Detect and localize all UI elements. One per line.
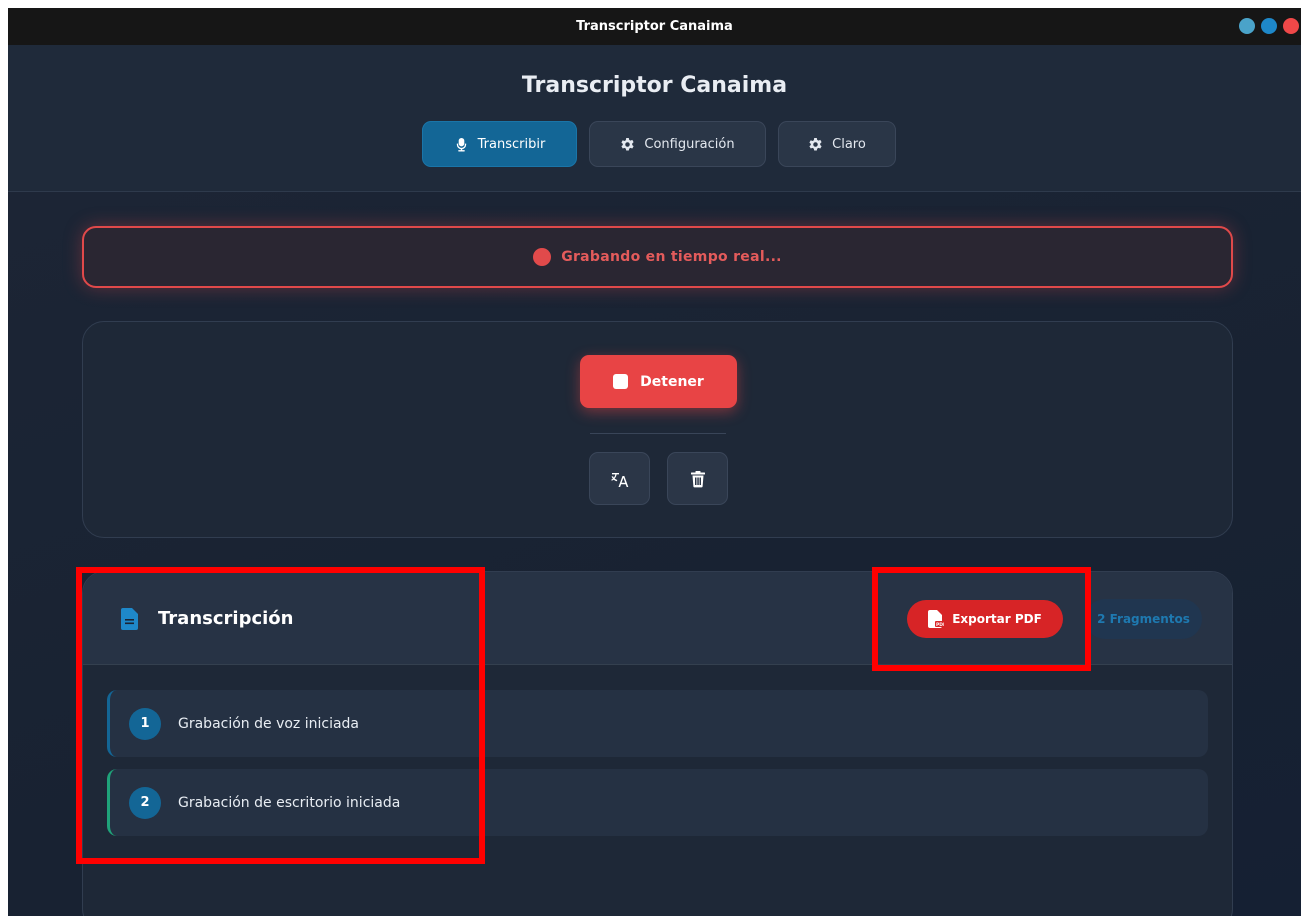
main-content: Grabando en tiempo real... Detener Trans… [8, 192, 1301, 916]
tab-transcribir[interactable]: Transcribir [422, 121, 577, 167]
transcript-entry: 1 Grabación de voz iniciada [107, 690, 1208, 757]
entry-number: 2 [129, 786, 161, 819]
translate-button[interactable] [589, 452, 650, 505]
divider [590, 433, 726, 434]
stop-icon [613, 374, 629, 389]
app-title: Transcriptor Canaima [521, 73, 788, 98]
svg-text:PDF: PDF [936, 622, 944, 628]
recording-controls-card: Detener [82, 321, 1233, 538]
entry-text: Grabación de escritorio iniciada [178, 794, 401, 811]
stop-button-label: Detener [640, 373, 704, 390]
export-pdf-button[interactable]: PDF Exportar PDF [907, 600, 1063, 638]
tab-label: Claro [832, 136, 866, 152]
gear-icon [621, 137, 634, 150]
transcript-title: Transcripción [158, 608, 294, 629]
recording-status-banner: Grabando en tiempo real... [82, 226, 1233, 288]
translate-icon [610, 472, 628, 487]
trash-icon [690, 470, 705, 487]
close-button[interactable] [1283, 18, 1299, 34]
pdf-file-icon: PDF [928, 610, 945, 628]
fragments-count-badge: 2 Fragmentos [1085, 599, 1202, 639]
main-nav: Transcribir Configuración Claro [8, 121, 1301, 167]
stop-button[interactable]: Detener [580, 355, 737, 408]
gear-icon [809, 137, 822, 150]
delete-button[interactable] [667, 452, 728, 505]
tab-claro[interactable]: Claro [778, 121, 896, 167]
window-titlebar[interactable]: Transcriptor Canaima [8, 8, 1301, 45]
tab-label: Configuración [644, 136, 735, 152]
export-pdf-label: Exportar PDF [952, 612, 1042, 626]
app-window: Transcriptor Canaima Transcriptor Canaim… [8, 8, 1301, 916]
minimize-button[interactable] [1239, 18, 1255, 34]
transcript-header: Transcripción PDF Exportar PDF 2 Fragmen… [83, 572, 1232, 665]
maximize-button[interactable] [1261, 18, 1277, 34]
entry-text: Grabación de voz iniciada [178, 715, 360, 732]
tab-label: Transcribir [477, 136, 546, 152]
microphone-icon [456, 137, 466, 152]
transcript-entry: 2 Grabación de escritorio iniciada [107, 769, 1208, 836]
recording-dot-icon [533, 248, 552, 266]
transcript-card: Transcripción PDF Exportar PDF 2 Fragmen… [82, 571, 1233, 916]
tab-configuracion[interactable]: Configuración [589, 121, 766, 167]
entry-number: 1 [129, 707, 161, 740]
window-controls [1239, 18, 1299, 34]
recording-status-text: Grabando en tiempo real... [561, 249, 782, 265]
app-header: Transcriptor Canaima Transcribir Configu… [8, 45, 1301, 192]
window-title: Transcriptor Canaima [576, 19, 733, 34]
document-icon [121, 608, 138, 630]
